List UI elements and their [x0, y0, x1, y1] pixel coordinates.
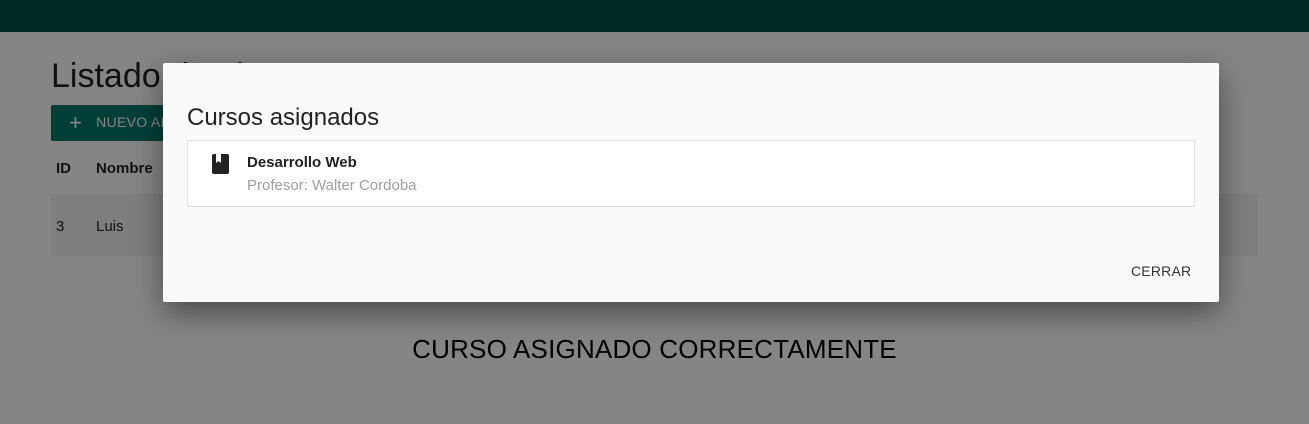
course-name: Desarrollo Web	[247, 154, 357, 171]
dialog-title: Cursos asignados	[187, 104, 380, 131]
close-button[interactable]: CERRAR	[1131, 259, 1191, 283]
book-icon	[212, 154, 229, 174]
course-teacher: Profesor: Walter Cordoba	[247, 177, 417, 194]
course-list: Desarrollo Web Profesor: Walter Cordoba	[187, 140, 1195, 207]
list-item[interactable]: Desarrollo Web Profesor: Walter Cordoba	[188, 141, 1194, 206]
assigned-courses-dialog: Cursos asignados Desarrollo Web Profesor…	[163, 63, 1219, 302]
